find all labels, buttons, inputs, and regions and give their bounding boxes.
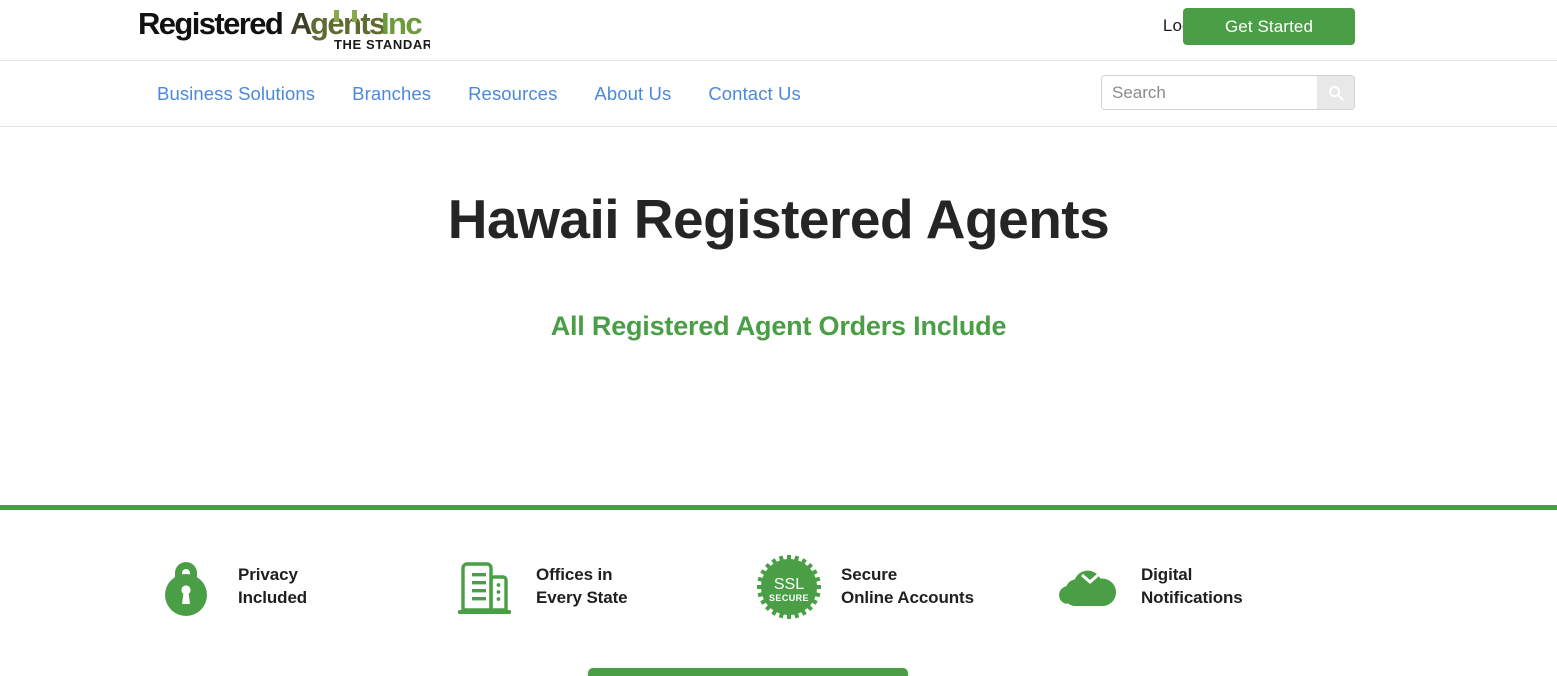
ssl-badge-top-text: SSL	[774, 576, 804, 593]
svg-text:A: A	[290, 6, 312, 41]
lock-icon	[150, 556, 222, 618]
nav-item-about-us[interactable]: About Us	[594, 83, 671, 105]
main-navigation-bar: Business Solutions Branches Resources Ab…	[0, 61, 1557, 127]
cloud-icon	[1053, 562, 1125, 612]
page-title: Hawaii Registered Agents	[447, 188, 1110, 250]
nav-item-business-solutions[interactable]: Business Solutions	[157, 83, 315, 105]
feature-label: Privacy Included	[238, 565, 308, 607]
feature-offices-every-state: Offices in Every State	[448, 555, 753, 619]
registered-agent-cta-button[interactable]: Registered Agent for $200 ›	[588, 668, 908, 676]
feature-secure-online-accounts: SSL SECURE Secure Online Accounts	[753, 555, 1053, 619]
feature-label: Offices in Every State	[536, 565, 628, 607]
svg-text:gents: gents	[310, 6, 385, 41]
section-title: All Registered Agent Orders Include	[550, 311, 1007, 341]
nav-item-branches[interactable]: Branches	[352, 83, 431, 105]
feature-digital-notifications: Digital Notifications	[1053, 555, 1353, 619]
search-icon	[1328, 85, 1343, 100]
feature-label: Secure Online Accounts	[841, 565, 974, 607]
site-logo[interactable]: Registered A gents Inc THE STANDARD	[138, 4, 430, 54]
ssl-badge-bottom-text: SECURE	[769, 593, 809, 603]
svg-text:Registered: Registered	[138, 6, 282, 41]
nav-links: Business Solutions Branches Resources Ab…	[157, 61, 801, 127]
search-input[interactable]	[1102, 76, 1317, 109]
building-icon	[448, 556, 520, 618]
main-content: Hawaii Registered Agents All Registered …	[0, 127, 1557, 676]
search-button[interactable]	[1317, 76, 1354, 109]
feature-privacy-included: Privacy Included	[150, 555, 448, 619]
nav-item-resources[interactable]: Resources	[468, 83, 557, 105]
top-header-bar: Registered A gents Inc THE STANDARD Logi…	[0, 0, 1557, 61]
search-box	[1101, 75, 1355, 110]
ssl-badge-icon: SSL SECURE	[753, 555, 825, 619]
logo-tagline: THE STANDARD	[334, 37, 430, 52]
nav-item-contact-us[interactable]: Contact Us	[708, 83, 801, 105]
svg-text:Inc: Inc	[381, 6, 422, 41]
get-started-button[interactable]: Get Started	[1183, 8, 1355, 45]
feature-label: Digital Notifications	[1141, 565, 1243, 607]
divider-top	[0, 505, 1557, 510]
features-row: Privacy Included Offices in Every State	[0, 555, 1557, 619]
